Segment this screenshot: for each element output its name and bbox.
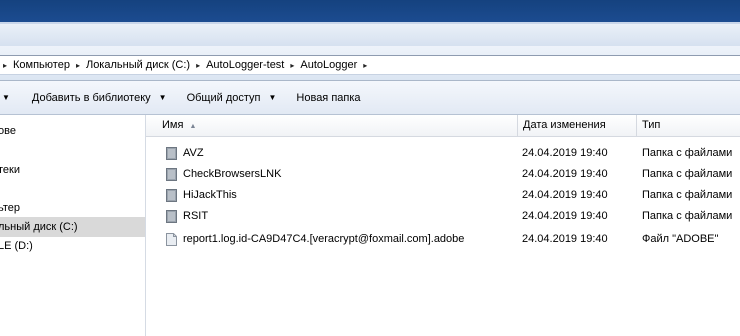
file-name: RSIT <box>183 210 209 222</box>
breadcrumb-item-local-disk[interactable]: ▸ Локальный диск (C:) <box>73 59 193 71</box>
file-date: 24.04.2019 19:40 <box>522 233 608 245</box>
folder-icon <box>166 147 177 160</box>
file-name: AVZ <box>183 147 204 159</box>
file-name: report1.log.id-CA9D47C4.[veracrypt@foxma… <box>183 233 465 245</box>
file-type: Файл "ADOBE" <box>642 233 719 245</box>
nav-item-local-disk-c[interactable]: льный диск (C:) <box>0 217 145 237</box>
file-type: Папка с файлами <box>642 210 733 222</box>
chevron-right-icon[interactable]: ▸ <box>3 61 7 70</box>
file-type: Папка с файлами <box>642 168 733 180</box>
breadcrumb-item-autologger[interactable]: ▸ AutoLogger ▸ <box>287 59 370 71</box>
command-bar: ▼ Добавить в библиотеку ▼ Общий доступ ▼… <box>0 81 740 115</box>
file-name: HiJackThis <box>183 189 237 201</box>
organize-dropdown[interactable]: ▼ <box>2 93 10 102</box>
nav-item-libraries[interactable]: теки <box>0 160 145 180</box>
table-row[interactable]: RSIT 24.04.2019 19:40 Папка с файлами <box>146 206 740 227</box>
table-row[interactable]: HiJackThis 24.04.2019 19:40 Папка с файл… <box>146 185 740 206</box>
file-icon <box>166 233 177 246</box>
navigation-pane: ове теки ьтер льный диск (C:) LE (D:) <box>0 115 146 336</box>
nav-item-drive-d[interactable]: LE (D:) <box>0 236 145 256</box>
chevron-right-icon[interactable]: ▸ <box>76 61 80 70</box>
nav-item-label: теки <box>0 164 20 176</box>
file-date: 24.04.2019 19:40 <box>522 189 608 201</box>
sort-ascending-icon: ▲ <box>189 123 197 130</box>
file-date: 24.04.2019 19:40 <box>522 147 608 159</box>
column-header-row: Имя ▲ Дата изменения Тип <box>146 115 740 137</box>
column-header-label: Тип <box>642 119 661 131</box>
share-button[interactable]: Общий доступ ▼ <box>187 92 277 104</box>
titlebar-top <box>0 0 740 23</box>
breadcrumb-label: AutoLogger <box>300 59 358 71</box>
breadcrumb-label: AutoLogger-test <box>206 59 285 71</box>
breadcrumb-label: Компьютер <box>13 59 70 71</box>
table-row[interactable]: AVZ 24.04.2019 19:40 Папка с файлами <box>146 143 740 164</box>
add-to-library-button[interactable]: Добавить в библиотеку ▼ <box>32 92 167 104</box>
folder-icon <box>166 189 177 202</box>
nav-item-label: льный диск (C:) <box>0 221 78 233</box>
column-header-label: Имя <box>162 119 184 131</box>
nav-item-computer[interactable]: ьтер <box>0 198 145 218</box>
table-row[interactable]: report1.log.id-CA9D47C4.[veracrypt@foxma… <box>146 229 740 250</box>
address-bar: ▸ Компьютер ▸ Локальный диск (C:) ▸ Auto… <box>0 46 740 81</box>
file-date: 24.04.2019 19:40 <box>522 210 608 222</box>
table-row[interactable]: CheckBrowsersLNK 24.04.2019 19:40 Папка … <box>146 164 740 185</box>
chevron-down-icon: ▼ <box>158 93 167 102</box>
chevron-right-icon[interactable]: ▸ <box>196 61 200 70</box>
new-folder-button[interactable]: Новая папка <box>296 92 360 104</box>
chevron-right-icon[interactable]: ▸ <box>290 61 294 70</box>
breadcrumb[interactable]: ▸ Компьютер ▸ Локальный диск (C:) ▸ Auto… <box>0 55 740 75</box>
new-folder-label: Новая папка <box>296 91 361 104</box>
chevron-down-icon[interactable]: ▼ <box>2 93 10 102</box>
file-list: Имя ▲ Дата изменения Тип AVZ 24.04.2019 1… <box>146 115 740 336</box>
window-titlebar <box>0 0 740 46</box>
column-header-date[interactable]: Дата изменения <box>517 115 637 136</box>
chevron-right-icon[interactable]: ▸ <box>363 61 367 70</box>
folder-icon <box>166 210 177 223</box>
column-header-label: Дата изменения <box>523 119 606 131</box>
share-label: Общий доступ <box>186 91 261 104</box>
file-type: Папка с файлами <box>642 147 733 159</box>
file-date: 24.04.2019 19:40 <box>522 168 608 180</box>
nav-item-label: LE (D:) <box>0 240 33 252</box>
column-header-type[interactable]: Тип <box>636 115 740 136</box>
folder-icon <box>166 168 177 181</box>
add-to-library-label: Добавить в библиотеку <box>31 91 151 104</box>
breadcrumb-label: Локальный диск (C:) <box>85 59 191 71</box>
nav-item-favorites[interactable]: ове <box>0 121 145 141</box>
breadcrumb-item-autologger-test[interactable]: ▸ AutoLogger-test <box>193 59 287 71</box>
nav-item-label: ове <box>0 125 16 137</box>
breadcrumb-item-computer[interactable]: ▸ Компьютер <box>0 59 73 71</box>
nav-item-label: ьтер <box>0 202 21 214</box>
file-type: Папка с файлами <box>642 189 733 201</box>
titlebar-lower <box>0 24 740 46</box>
column-header-name[interactable]: Имя ▲ <box>146 115 518 136</box>
file-name: CheckBrowsersLNK <box>183 168 282 180</box>
chevron-down-icon: ▼ <box>268 93 277 102</box>
